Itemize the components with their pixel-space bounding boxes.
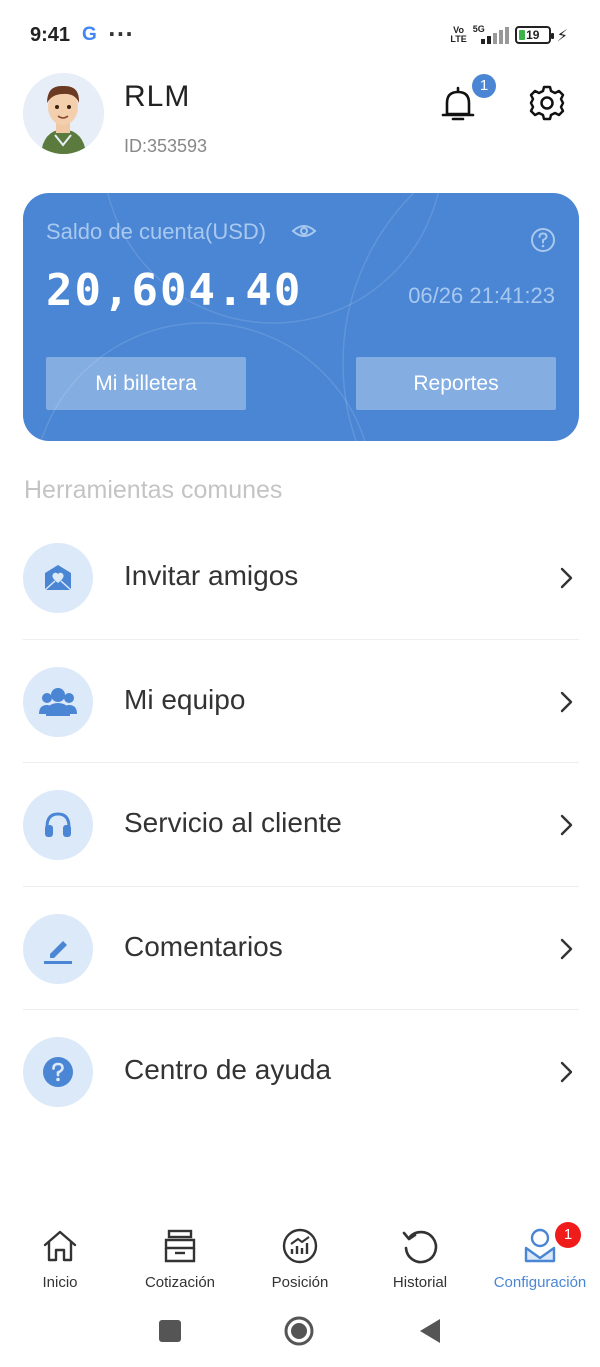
menu-item-my-team[interactable]: Mi equipo: [23, 640, 579, 763]
tools-list: Invitar amigos Mi equipo Servicio al cli…: [23, 516, 579, 1134]
nav-item-home[interactable]: Inicio: [0, 1218, 120, 1298]
charging-icon: ⚡: [556, 25, 568, 45]
help-circle-icon[interactable]: [530, 227, 556, 253]
nav-label: Posición: [271, 1274, 329, 1291]
chevron-right-icon: [560, 938, 573, 959]
system-nav: [0, 1300, 600, 1367]
menu-item-help-center[interactable]: Centro de ayuda: [23, 1010, 579, 1134]
section-title: Herramientas comunes: [24, 476, 283, 504]
chevron-right-icon: [560, 567, 573, 589]
balance-timestamp: 06/26 21:41:23: [408, 283, 555, 308]
recent-apps-icon[interactable]: [159, 1320, 181, 1342]
help-icon: [23, 1037, 93, 1107]
bell-icon[interactable]: [440, 84, 476, 124]
menu-item-label: Invitar amigos: [124, 560, 299, 591]
notification-badge: 1: [472, 74, 496, 98]
status-bar: 9:41 G ··· Vo LTE 5G 19 ⚡: [0, 0, 600, 72]
eye-icon[interactable]: [291, 221, 317, 241]
nav-label: Historial: [392, 1274, 448, 1291]
history-icon: [402, 1230, 438, 1264]
nav-item-quote[interactable]: Cotización: [120, 1218, 240, 1298]
home-icon: [43, 1230, 77, 1262]
menu-item-customer-service[interactable]: Servicio al cliente: [23, 763, 579, 887]
home-circle-icon[interactable]: [284, 1316, 314, 1346]
chevron-right-icon: [560, 814, 573, 836]
more-notifications-icon: ···: [108, 22, 134, 46]
menu-item-label: Centro de ayuda: [124, 1054, 332, 1085]
headset-icon: [23, 790, 93, 860]
profile-settings-icon: [524, 1228, 556, 1263]
nav-item-position[interactable]: Posición: [240, 1218, 360, 1298]
quote-box-icon: [164, 1229, 196, 1263]
position-chart-icon: [282, 1228, 318, 1264]
menu-item-label: Comentarios: [124, 930, 283, 962]
menu-item-invite-friends[interactable]: Invitar amigos: [23, 516, 579, 640]
chevron-right-icon: [560, 691, 573, 712]
user-name: RLM: [124, 80, 191, 113]
nav-label: Configuración: [493, 1274, 587, 1291]
battery-icon: 19: [514, 26, 554, 44]
volte-indicator: Vo LTE: [450, 25, 467, 44]
settings-badge: 1: [555, 1222, 581, 1248]
avatar[interactable]: [23, 73, 104, 154]
nav-item-history[interactable]: Historial: [360, 1218, 480, 1298]
balance-card: Saldo de cuenta(USD) 20,604.40 06/26 21:…: [23, 193, 579, 441]
menu-item-comments[interactable]: Comentarios: [23, 887, 579, 1010]
menu-item-label: Servicio al cliente: [124, 807, 342, 838]
google-icon: G: [82, 24, 97, 45]
balance-label: Saldo de cuenta(USD): [46, 219, 267, 244]
user-id: ID:353593: [124, 136, 208, 156]
reports-button[interactable]: Reportes: [356, 357, 556, 410]
signal-icon: 5G: [473, 24, 509, 46]
gear-icon[interactable]: [528, 84, 566, 122]
back-triangle-icon[interactable]: [418, 1317, 442, 1345]
chevron-right-icon: [560, 1061, 573, 1083]
wallet-button[interactable]: Mi billetera: [46, 357, 246, 410]
bottom-nav: Inicio Cotización Posición Historial Con…: [0, 1218, 600, 1298]
nav-label: Inicio: [42, 1274, 78, 1291]
nav-label: Cotización: [144, 1274, 216, 1291]
menu-item-label: Mi equipo: [124, 683, 246, 715]
balance-amount: 20,604.40: [46, 265, 303, 316]
invite-mail-icon: [23, 543, 93, 613]
status-time: 9:41: [30, 24, 71, 46]
team-icon: [23, 666, 93, 737]
edit-pencil-icon: [23, 913, 93, 984]
nav-item-settings[interactable]: Configuración 1: [480, 1218, 600, 1298]
